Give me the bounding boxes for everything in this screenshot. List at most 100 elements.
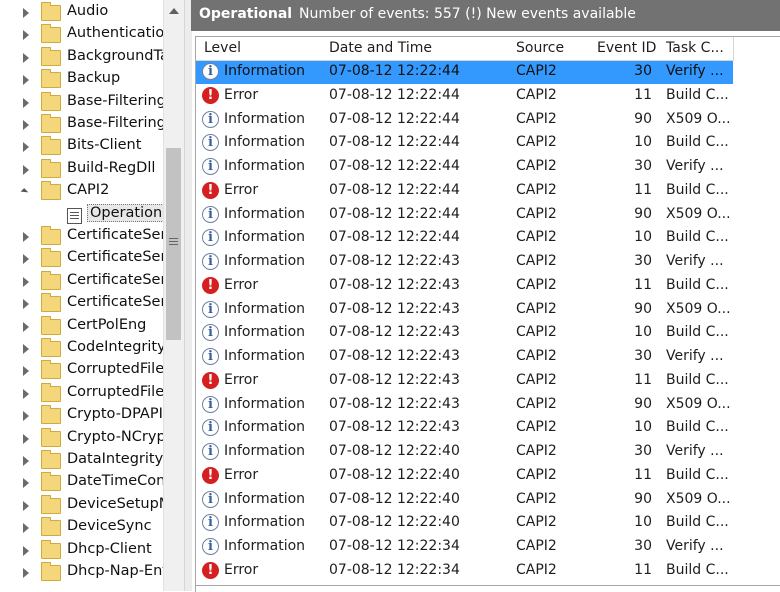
tree-folder-item[interactable]: CAPI2 — [0, 181, 163, 203]
tree-folder-item[interactable]: Build-RegDll — [0, 158, 163, 181]
event-row[interactable]: Information 07-08-12 12:22:44 CAPI2 30 Verif… — [196, 156, 733, 179]
tree-item-label: Authentication — [67, 25, 163, 42]
information-icon — [202, 419, 219, 437]
event-row[interactable]: Information 07-08-12 12:22:40 CAPI2 30 Verif… — [196, 441, 733, 464]
tree-folder-item[interactable]: Audio — [0, 2, 163, 24]
event-row[interactable]: Information 07-08-12 12:22:34 CAPI2 30 Verif… — [196, 536, 733, 559]
event-row[interactable]: Information 07-08-12 12:22:43 CAPI2 90 X509 … — [196, 299, 733, 322]
tree-scrollbar[interactable] — [163, 0, 184, 591]
expand-arrow-icon[interactable] — [23, 545, 29, 556]
expand-arrow-icon[interactable] — [23, 299, 29, 310]
event-row[interactable]: Information 07-08-12 12:22:44 CAPI2 90 X509 … — [196, 204, 733, 227]
expand-arrow-icon[interactable] — [23, 164, 29, 175]
pane-splitter[interactable] — [184, 0, 192, 591]
event-row[interactable]: Error 07-08-12 12:22:43 CAPI2 11 Build C... — [196, 275, 733, 298]
tree-folder-item[interactable]: Authentication — [0, 24, 163, 46]
event-row[interactable]: Information 07-08-12 12:22:44 CAPI2 30 Verif… — [196, 61, 733, 84]
folder-icon — [41, 136, 61, 156]
scroll-up-icon[interactable] — [169, 8, 179, 14]
tree-folder-item[interactable]: CodeIntegrity — [0, 338, 163, 360]
tree-folder-item[interactable]: Bits-Client — [0, 136, 163, 158]
expand-arrow-icon[interactable] — [23, 478, 29, 489]
expand-arrow-icon[interactable] — [23, 120, 29, 130]
tree-folder-item[interactable]: BackgroundTa — [0, 46, 163, 69]
tree-folder-item[interactable]: CertificateServ — [0, 293, 163, 315]
event-row[interactable]: Information 07-08-12 12:22:44 CAPI2 90 X509 … — [196, 109, 733, 132]
tree-folder-item[interactable]: CertificateServ — [0, 226, 163, 248]
grip-icon — [169, 238, 178, 239]
tree-folder-item[interactable]: Dhcp-Nap-Enf — [0, 562, 163, 584]
event-row[interactable]: Information 07-08-12 12:22:40 CAPI2 10 Build… — [196, 512, 733, 535]
expand-arrow-icon[interactable] — [23, 500, 29, 511]
folder-icon — [41, 315, 61, 335]
event-row[interactable]: Information 07-08-12 12:22:43 CAPI2 10 Build… — [196, 417, 733, 440]
tree-folder-item[interactable]: Dhcp-Client — [0, 539, 163, 562]
tree-folder-item[interactable]: Crypto-NCrypt — [0, 427, 163, 450]
expand-arrow-icon[interactable] — [23, 388, 29, 399]
tree-folder-item[interactable]: DeviceSync — [0, 517, 163, 539]
tree-folder-item[interactable]: CertificateServ — [0, 248, 163, 270]
event-row[interactable]: Error 07-08-12 12:22:43 CAPI2 11 Build C... — [196, 370, 733, 393]
expand-arrow-icon[interactable] — [23, 568, 29, 578]
tree-folder-item[interactable]: Crypto-DPAPI — [0, 405, 163, 427]
event-row[interactable]: Information 07-08-12 12:22:44 CAPI2 10 Build… — [196, 227, 733, 250]
source-cell: CAPI2 — [516, 158, 557, 174]
tree-folder-item[interactable]: CertificateServ — [0, 270, 163, 293]
tree-item-label: CertPolEng — [67, 316, 147, 333]
expand-arrow-icon[interactable] — [23, 232, 29, 242]
source-cell: CAPI2 — [516, 181, 557, 198]
expand-arrow-icon[interactable] — [23, 97, 29, 108]
task-category-cell: Verify ... — [666, 538, 724, 554]
expand-arrow-icon[interactable] — [23, 276, 29, 287]
column-level[interactable]: Level — [196, 37, 323, 61]
expand-arrow-icon[interactable] — [23, 344, 29, 354]
expand-arrow-icon[interactable] — [23, 52, 29, 63]
event-row[interactable]: Information 07-08-12 12:22:43 CAPI2 30 Verif… — [196, 251, 733, 274]
tree-folder-item[interactable]: Base-Filtering- — [0, 91, 163, 114]
column-task-category[interactable]: Task C... — [659, 37, 734, 61]
expand-arrow-icon[interactable] — [23, 142, 29, 153]
expand-arrow-icon[interactable] — [23, 366, 29, 377]
event-row[interactable]: Information 07-08-12 12:22:40 CAPI2 90 X509 … — [196, 489, 733, 512]
expand-arrow-icon[interactable] — [23, 456, 29, 466]
event-row[interactable]: Error 07-08-12 12:22:44 CAPI2 11 Build C... — [196, 180, 733, 203]
expand-arrow-icon[interactable] — [23, 254, 29, 265]
tree-item-label: DeviceSetupM — [67, 495, 163, 512]
expand-arrow-icon[interactable] — [23, 523, 29, 534]
tree-folder-item[interactable]: Base-Filtering- — [0, 114, 163, 136]
tree-folder-item[interactable]: CorruptedFileR — [0, 360, 163, 382]
event-count: Number of events: 557 (!) New events ava… — [299, 6, 636, 22]
event-row[interactable]: Error 07-08-12 12:22:40 CAPI2 11 Build C... — [196, 465, 733, 488]
tree-folder-item[interactable]: CertPolEng — [0, 315, 163, 338]
tree-folder-item[interactable]: CorruptedFileF — [0, 382, 163, 405]
event-row[interactable]: Information 07-08-12 12:22:43 CAPI2 10 Build… — [196, 322, 733, 345]
event-row[interactable]: Error 07-08-12 12:22:44 CAPI2 11 Build C... — [196, 85, 733, 108]
event-row[interactable]: Information 07-08-12 12:22:43 CAPI2 90 X509 … — [196, 394, 733, 417]
tree-item-label: CAPI2 — [67, 182, 110, 199]
expand-arrow-icon[interactable] — [23, 321, 29, 332]
tree-folder-item[interactable]: DeviceSetupM — [0, 494, 163, 517]
scroll-thumb[interactable] — [166, 148, 181, 340]
event-row[interactable]: Information 07-08-12 12:22:43 CAPI2 30 Verif… — [196, 346, 733, 369]
column-event-id[interactable]: Event ID — [589, 37, 660, 61]
event-row[interactable]: Information 07-08-12 12:22:44 CAPI2 10 Build… — [196, 132, 733, 155]
event-id-cell: 90 — [634, 110, 652, 127]
column-source[interactable]: Source — [509, 37, 590, 61]
collapse-arrow-icon[interactable] — [20, 188, 29, 197]
expand-arrow-icon[interactable] — [23, 411, 29, 422]
tree-folder-item[interactable]: Backup — [0, 69, 163, 91]
tree-folder-item[interactable]: DataIntegritySc — [0, 450, 163, 472]
date-cell: 07-08-12 12:22:44 — [329, 205, 460, 222]
source-cell: CAPI2 — [516, 395, 557, 412]
column-date[interactable]: Date and Time — [322, 37, 510, 61]
level-cell: Information — [224, 110, 306, 127]
event-row[interactable]: Error 07-08-12 12:22:34 CAPI2 11 Build C... — [196, 560, 733, 583]
expand-arrow-icon[interactable] — [23, 433, 29, 444]
expand-arrow-icon[interactable] — [23, 75, 29, 86]
tree-log-item[interactable]: Operationa — [0, 203, 163, 226]
expand-arrow-icon[interactable] — [23, 8, 29, 18]
level-cell: Error — [224, 371, 259, 388]
expand-arrow-icon[interactable] — [23, 30, 29, 41]
tree-folder-item[interactable]: DateTimeCont — [0, 472, 163, 494]
folder-icon — [41, 248, 61, 268]
